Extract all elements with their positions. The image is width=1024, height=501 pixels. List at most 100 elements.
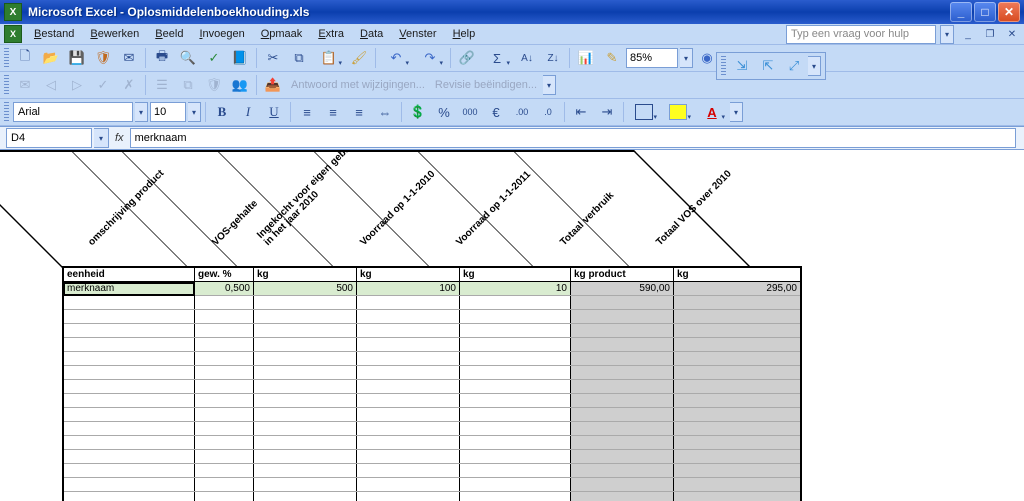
cell[interactable] (63, 394, 195, 408)
empty-row[interactable] (63, 436, 801, 450)
review-track-icon[interactable]: ⧉ (176, 73, 200, 97)
cut-icon[interactable]: ✂ (261, 46, 285, 70)
cell[interactable] (195, 492, 254, 501)
font-size-input[interactable]: 10 (150, 102, 186, 122)
empty-row[interactable] (63, 310, 801, 324)
cell[interactable] (357, 324, 460, 338)
empty-row[interactable] (63, 366, 801, 380)
decrease-decimal-icon[interactable]: .0 (536, 100, 560, 124)
cell[interactable] (357, 310, 460, 324)
cell[interactable] (674, 394, 802, 408)
drawing-icon[interactable]: ✎ (600, 46, 624, 70)
empty-row[interactable] (63, 394, 801, 408)
empty-row[interactable] (63, 296, 801, 310)
cell[interactable] (254, 492, 357, 501)
empty-row[interactable] (63, 324, 801, 338)
review-next-icon[interactable]: ▷ (65, 73, 89, 97)
cell[interactable] (357, 436, 460, 450)
cell[interactable] (254, 436, 357, 450)
float-btn-2-icon[interactable]: ⇱ (756, 54, 780, 78)
float-overflow[interactable]: ▾ (808, 56, 821, 76)
empty-row[interactable] (63, 352, 801, 366)
cell[interactable] (674, 296, 802, 310)
cell[interactable] (571, 422, 674, 436)
cell[interactable] (674, 492, 802, 501)
cell[interactable] (357, 296, 460, 310)
cell[interactable] (460, 310, 571, 324)
review-accept-icon[interactable]: ✓ (91, 73, 115, 97)
cell[interactable] (674, 450, 802, 464)
review-overflow[interactable]: ▾ (543, 75, 556, 95)
cell[interactable] (674, 436, 802, 450)
cell-product[interactable]: merknaam (63, 282, 195, 296)
percent-icon[interactable]: % (432, 100, 456, 124)
cell[interactable] (195, 352, 254, 366)
cell[interactable] (460, 338, 571, 352)
empty-row[interactable] (63, 380, 801, 394)
cell[interactable] (254, 464, 357, 478)
help-search-input[interactable]: Typ een vraag voor hulp (786, 25, 936, 44)
empty-row[interactable] (63, 422, 801, 436)
cell[interactable] (63, 310, 195, 324)
data-row-0[interactable]: merknaam 0,500 500 100 10 590,00 295,00 (63, 282, 801, 296)
cell-voorraad-2011[interactable]: 10 (460, 282, 571, 296)
cell[interactable] (674, 338, 802, 352)
menu-data[interactable]: Data (352, 26, 391, 42)
cell[interactable] (357, 478, 460, 492)
bold-icon[interactable]: B (210, 100, 234, 124)
cell[interactable] (254, 338, 357, 352)
cell[interactable] (254, 408, 357, 422)
mdi-minimize-button[interactable]: _ (960, 27, 976, 41)
cell[interactable] (460, 366, 571, 380)
cell[interactable] (254, 352, 357, 366)
research-icon[interactable]: 📘 (228, 46, 252, 70)
cell[interactable] (254, 394, 357, 408)
cell[interactable] (460, 464, 571, 478)
cell[interactable] (571, 450, 674, 464)
cell[interactable] (460, 352, 571, 366)
cell[interactable] (460, 478, 571, 492)
cell[interactable] (460, 380, 571, 394)
cell[interactable] (357, 464, 460, 478)
save-icon[interactable]: 💾 (65, 46, 89, 70)
menu-bewerken[interactable]: Bewerken (82, 26, 147, 42)
cell[interactable] (571, 366, 674, 380)
window-maximize-button[interactable]: □ (974, 2, 996, 22)
menu-opmaak[interactable]: Opmaak (253, 26, 311, 42)
help-search-dropdown[interactable]: ▾ (940, 25, 954, 44)
cell[interactable] (460, 324, 571, 338)
menu-extra[interactable]: Extra (310, 26, 352, 42)
cell[interactable] (357, 450, 460, 464)
name-box[interactable]: D4 (6, 128, 92, 148)
cell[interactable] (571, 310, 674, 324)
cell[interactable] (357, 380, 460, 394)
cell-voorraad-2010[interactable]: 100 (357, 282, 460, 296)
toolbar-handle[interactable] (4, 102, 9, 122)
copy-icon[interactable]: ⧉ (287, 46, 311, 70)
fx-icon[interactable]: fx (115, 132, 124, 144)
format-painter-icon[interactable]: 🖌 (347, 46, 371, 70)
undo-icon[interactable]: ↶ (380, 46, 412, 70)
comma-icon[interactable]: 000 (458, 100, 482, 124)
cell[interactable] (195, 324, 254, 338)
cell[interactable] (195, 310, 254, 324)
cell[interactable] (254, 324, 357, 338)
menu-invoegen[interactable]: Invoegen (191, 26, 252, 42)
review-share-icon[interactable]: 👥 (228, 73, 252, 97)
underline-icon[interactable]: U (262, 100, 286, 124)
cell[interactable] (254, 366, 357, 380)
empty-row[interactable] (63, 338, 801, 352)
cell[interactable] (571, 408, 674, 422)
cell[interactable] (63, 324, 195, 338)
worksheet-area[interactable]: omschrijving product VOS-gehalte Ingekoc… (0, 150, 1024, 501)
sort-asc-icon[interactable]: A↓ (515, 46, 539, 70)
cell[interactable] (460, 436, 571, 450)
sort-desc-icon[interactable]: Z↓ (541, 46, 565, 70)
cell[interactable] (63, 464, 195, 478)
cell[interactable] (460, 408, 571, 422)
cell[interactable] (63, 478, 195, 492)
cell[interactable] (63, 352, 195, 366)
review-send-icon[interactable]: 📤 (261, 73, 285, 97)
float-btn-1-icon[interactable]: ⇲ (730, 54, 754, 78)
cell[interactable] (195, 478, 254, 492)
